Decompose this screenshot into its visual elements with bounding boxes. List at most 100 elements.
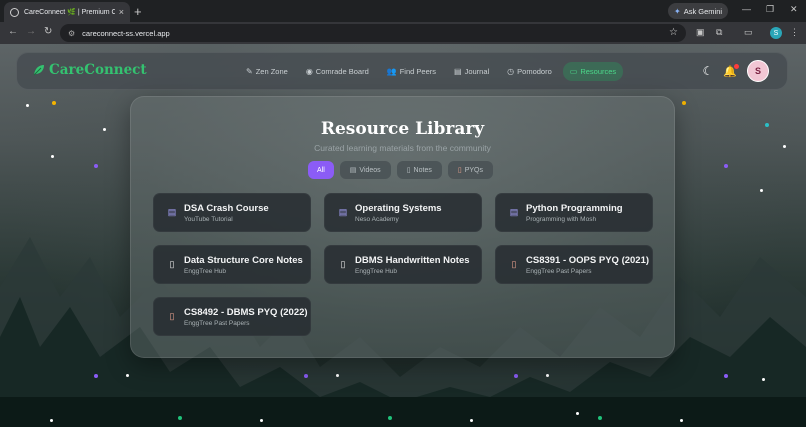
minimize-button[interactable]: — xyxy=(742,4,751,14)
tab-title: CareConnect 🌿 | Premium Ca xyxy=(24,9,115,16)
particle-dot xyxy=(94,374,98,378)
nav-resources-label: Resources xyxy=(580,67,617,76)
back-icon[interactable]: ← xyxy=(8,26,18,37)
user-avatar[interactable]: S xyxy=(747,60,769,82)
nav-comrade-board-label: Comrade Board xyxy=(315,67,369,76)
filter-notes[interactable]: ▯ Notes xyxy=(396,161,442,179)
reload-icon[interactable]: ↻ xyxy=(44,26,52,37)
resource-title: DBMS Handwritten Notes xyxy=(355,254,470,266)
notification-dot xyxy=(734,63,739,69)
ask-gemini-button[interactable]: ✦ Ask Gemini xyxy=(668,3,729,19)
resource-title: Operating Systems xyxy=(355,202,442,214)
particle-dot xyxy=(26,104,29,107)
site-info-icon[interactable]: ⚙ xyxy=(68,29,75,38)
resource-card[interactable]: ▤ Python Programming Programming with Mo… xyxy=(495,193,653,232)
resource-card[interactable]: ▤ DSA Crash Course YouTube Tutorial xyxy=(153,193,311,232)
folder-icon: ▭ xyxy=(569,67,578,76)
leaf-icon xyxy=(33,65,44,76)
resource-source: EnggTree Past Papers xyxy=(526,267,592,275)
resource-card[interactable]: ▯ CS8492 - DBMS PYQ (2022) EnggTree Past… xyxy=(153,297,311,336)
book-icon: ▤ xyxy=(454,67,462,76)
particle-dot xyxy=(724,164,728,168)
particle-dot xyxy=(126,374,129,377)
gemini-icon: ✦ xyxy=(674,6,681,16)
filter-pyqs[interactable]: ▯ PYQs xyxy=(447,161,493,179)
resource-card[interactable]: ▤ Operating Systems Neso Academy xyxy=(324,193,482,232)
nav-find-peers[interactable]: 👥 Find Peers xyxy=(380,62,443,81)
particle-dot xyxy=(546,374,549,377)
particle-dot xyxy=(682,101,686,105)
bookmark-star-icon[interactable]: ☆ xyxy=(669,27,678,38)
particle-dot xyxy=(52,101,56,105)
video-icon: ▤ xyxy=(509,207,519,217)
page-background: CareConnect ✎ Zen Zone ◉ Comrade Board 👥… xyxy=(0,44,806,427)
resource-source: EnggTree Hub xyxy=(355,267,398,275)
users-icon: 👥 xyxy=(386,67,397,76)
cast-icon[interactable]: ▭ xyxy=(744,27,753,38)
brand-logo[interactable]: CareConnect xyxy=(33,62,147,78)
video-icon: ▤ xyxy=(338,207,348,217)
feather-icon: ✎ xyxy=(246,67,253,76)
forward-icon[interactable]: → xyxy=(26,26,36,37)
close-window-button[interactable]: ✕ xyxy=(790,4,798,15)
particle-dot xyxy=(260,419,263,422)
resource-title: DSA Crash Course xyxy=(184,202,269,214)
filter-all[interactable]: All xyxy=(308,161,334,179)
globe-icon xyxy=(10,7,19,17)
puzzle-icon[interactable]: ⧉ xyxy=(716,27,722,38)
filter-videos[interactable]: ▤ Videos xyxy=(339,161,391,179)
url-text: careconnect-ss.vercel.app xyxy=(82,28,170,38)
document-icon: ▯ xyxy=(406,167,411,174)
pdf-icon: ▯ xyxy=(457,167,462,174)
resource-title: CS8391 - OOPS PYQ (2021) xyxy=(526,254,650,266)
menu-icon[interactable]: ⋮ xyxy=(790,27,799,38)
nav-journal-label: Journal xyxy=(464,67,490,76)
filter-all-label: All xyxy=(317,166,325,174)
extension-icon[interactable]: ▣ xyxy=(696,27,705,38)
resource-source: EnggTree Hub xyxy=(184,267,227,275)
resource-title: CS8492 - DBMS PYQ (2022) xyxy=(184,306,308,318)
nav-resources[interactable]: ▭ Resources xyxy=(562,62,624,81)
page-subtitle: Curated learning materials from the comm… xyxy=(314,143,491,153)
brand-name: CareConnect xyxy=(49,62,147,78)
nav-zen-zone[interactable]: ✎ Zen Zone xyxy=(239,62,295,81)
filter-tabs: All ▤ Videos ▯ Notes ▯ PYQs xyxy=(308,161,493,179)
moon-icon[interactable]: ☾ xyxy=(703,64,714,78)
resource-title: Python Programming xyxy=(526,202,623,214)
particle-dot xyxy=(470,419,473,422)
particle-dot xyxy=(514,374,518,378)
nav-actions: ☾ 🔔 S xyxy=(703,60,769,82)
particle-dot xyxy=(598,416,602,420)
app-navbar: CareConnect ✎ Zen Zone ◉ Comrade Board 👥… xyxy=(16,52,788,90)
notification-bell-icon[interactable]: 🔔 xyxy=(723,63,739,78)
resource-card[interactable]: ▯ CS8391 - OOPS PYQ (2021) EnggTree Past… xyxy=(495,245,653,284)
clock-icon: ◷ xyxy=(507,67,515,76)
browser-titlebar: CareConnect 🌿 | Premium Ca × + ✦ Ask Gem… xyxy=(0,0,806,22)
resource-source: Programming with Mosh xyxy=(526,215,597,223)
browser-tab[interactable]: CareConnect 🌿 | Premium Ca × xyxy=(4,2,130,22)
resource-title: Data Structure Core Notes xyxy=(184,254,303,266)
nav-journal[interactable]: ▤ Journal xyxy=(447,62,496,81)
pdf-icon: ▯ xyxy=(169,311,175,321)
nav-zen-zone-label: Zen Zone xyxy=(255,67,288,76)
maximize-button[interactable]: ❐ xyxy=(766,4,774,15)
particle-dot xyxy=(760,189,763,192)
particle-dot xyxy=(178,416,182,420)
browser-profile-avatar[interactable]: S xyxy=(770,27,782,39)
new-tab-button[interactable]: + xyxy=(134,4,142,19)
address-bar[interactable]: ⚙ careconnect-ss.vercel.app ☆ xyxy=(60,24,686,42)
resource-card[interactable]: ▯ DBMS Handwritten Notes EnggTree Hub xyxy=(324,245,482,284)
filter-pyqs-label: PYQs xyxy=(464,166,483,174)
particle-dot xyxy=(680,419,683,422)
particle-dot xyxy=(783,145,786,148)
nav-pomodoro[interactable]: ◷ Pomodoro xyxy=(500,62,559,81)
filter-videos-label: Videos xyxy=(359,166,381,174)
particle-dot xyxy=(336,374,339,377)
page-title: Resource Library xyxy=(320,119,485,139)
tab-close-button[interactable]: × xyxy=(119,7,124,17)
resource-card[interactable]: ▯ Data Structure Core Notes EnggTree Hub xyxy=(153,245,311,284)
particle-dot xyxy=(304,374,308,378)
resource-library-panel: Resource Library Curated learning materi… xyxy=(130,96,675,358)
nav-comrade-board[interactable]: ◉ Comrade Board xyxy=(299,62,376,81)
document-icon: ▯ xyxy=(169,259,175,269)
